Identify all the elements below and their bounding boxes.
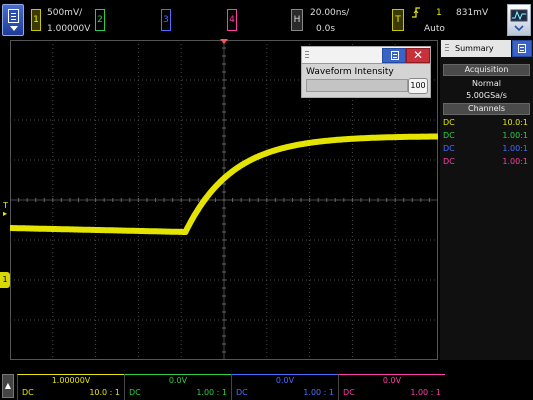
channel-1-button[interactable]: 1 <box>31 9 41 31</box>
drag-grip-icon[interactable] <box>305 51 309 60</box>
trigger-mode[interactable]: Auto <box>424 24 445 34</box>
help-document-icon[interactable] <box>382 48 406 63</box>
drag-grip-icon[interactable] <box>445 44 449 53</box>
chevron-up-icon[interactable]: ▲ <box>2 374 14 398</box>
intensity-label: Waveform Intensity <box>306 67 394 77</box>
trigger-position-marker <box>220 39 228 44</box>
summary-tab[interactable]: Summary <box>441 40 511 57</box>
acquisition-mode: Normal <box>472 79 501 88</box>
channel-2-button[interactable]: 2 <box>95 9 105 31</box>
panel-document-icon[interactable] <box>512 40 532 57</box>
channel-1-summary: DC 10.0:1 <box>443 118 528 127</box>
sample-rate: 5.00GSa/s <box>466 91 507 100</box>
channel-3-softkey[interactable]: 0.0V DC 1.00 : 1 <box>231 374 338 400</box>
channel-4-softkey[interactable]: 0.0V DC 1.00 : 1 <box>338 374 445 400</box>
channel-1-softkey[interactable]: 1.00000V DC 10.0 : 1 <box>17 374 124 400</box>
top-status-bar: 1 500mV/ 1.00000V 2 3 4 H 20.00ns/ 0.0s … <box>0 0 533 40</box>
dialog-title-bar[interactable]: ✕ <box>302 47 430 64</box>
intensity-slider[interactable] <box>306 79 408 92</box>
channels-heading[interactable]: Channels <box>443 103 530 115</box>
summary-panel: Summary Acquisition Normal 5.00GSa/s Cha… <box>440 40 533 360</box>
trigger-button[interactable]: T <box>392 9 404 31</box>
acquisition-heading[interactable]: Acquisition <box>443 64 530 76</box>
close-icon[interactable]: ✕ <box>406 48 430 63</box>
chevron-down-icon <box>10 26 18 31</box>
waveform-intensity-dialog: ✕ Waveform Intensity 100 <box>301 46 431 98</box>
document-menu-icon[interactable] <box>2 4 24 36</box>
channel-1-ground-marker[interactable]: 1 <box>0 272 10 288</box>
waveform-screen-icon[interactable] <box>507 4 531 36</box>
horizontal-delay[interactable]: 0.0s <box>316 24 335 34</box>
channel-3-summary: DC 1.00:1 <box>443 144 528 153</box>
trigger-level[interactable]: 831mV <box>456 8 488 18</box>
intensity-value[interactable]: 100 <box>408 78 428 94</box>
trigger-level-marker: T ▸ <box>3 201 8 218</box>
bottom-channel-bar: ▲ 1.00000V DC 10.0 : 1 0.0V DC 1.00 : 1 … <box>0 360 533 400</box>
horizontal-button[interactable]: H <box>291 9 303 31</box>
trigger-source[interactable]: 1 <box>436 8 442 18</box>
rising-edge-icon <box>412 7 420 18</box>
channel-1-scale[interactable]: 500mV/ <box>47 8 82 18</box>
channel-2-summary: DC 1.00:1 <box>443 131 528 140</box>
channel-1-offset[interactable]: 1.00000V <box>47 24 90 34</box>
channel-3-button[interactable]: 3 <box>161 9 171 31</box>
horizontal-scale[interactable]: 20.00ns/ <box>310 8 349 18</box>
channel-2-softkey[interactable]: 0.0V DC 1.00 : 1 <box>124 374 231 400</box>
channel-4-button[interactable]: 4 <box>227 9 237 31</box>
channel-4-summary: DC 1.00:1 <box>443 157 528 166</box>
